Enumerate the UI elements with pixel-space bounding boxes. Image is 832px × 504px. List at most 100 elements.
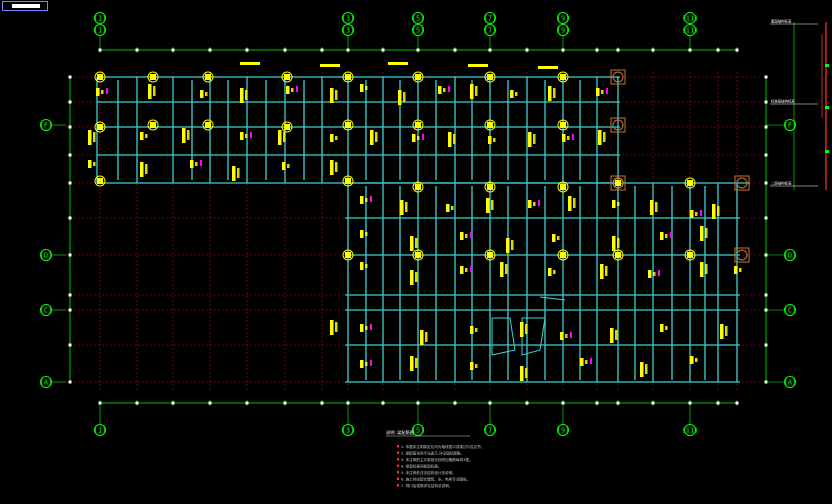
beam-annotation-mark	[232, 166, 236, 181]
beam-annotation-mark	[572, 134, 574, 140]
dim-tick-mark	[68, 380, 72, 384]
beam-annotation-mark	[240, 132, 244, 140]
beam-annotation-mark	[88, 160, 92, 168]
beam-annotation-mark	[205, 92, 208, 96]
beam-annotation-mark	[596, 88, 600, 96]
column	[487, 252, 493, 258]
beam-annotation-mark	[460, 232, 464, 240]
dim-tick-mark	[764, 100, 768, 104]
beam-annotation-mark	[370, 360, 372, 366]
column	[560, 252, 566, 258]
beam-annotation-mark	[690, 356, 694, 364]
beam-annotation-mark	[548, 268, 552, 276]
column	[415, 74, 421, 80]
note-line: 6. 施工时应配合建筑、水、电各专业图纸。	[401, 477, 470, 482]
column	[615, 252, 621, 258]
dim-tick-mark	[98, 401, 102, 405]
beam-annotation-mark	[493, 138, 496, 142]
beam-annotation-mark	[101, 90, 104, 94]
drawing-tab-label	[12, 4, 40, 8]
dim-tick-mark	[68, 343, 72, 347]
beam-annotation-mark	[365, 326, 368, 330]
beam-annotation-mark	[470, 326, 474, 334]
beam-annotation-mark	[665, 234, 668, 238]
dim-tick-mark	[764, 181, 768, 185]
dim-tick-mark	[245, 401, 249, 405]
beam-annotation-mark	[533, 202, 536, 206]
note-bullet	[397, 445, 399, 448]
beam-annotation-mark	[410, 270, 414, 285]
beam-annotation-mark	[700, 210, 702, 216]
dim-tick-mark	[453, 401, 457, 405]
beam-annotation-mark	[106, 88, 108, 94]
cad-drawing-canvas[interactable]: (1) (1) (3) (3) (5) (5) (7) (7) (9) (9) (11) (11) (1…	[0, 0, 832, 504]
beam-annotation-mark	[470, 362, 474, 370]
section-marker	[825, 106, 829, 109]
column	[150, 122, 156, 128]
dim-tick-mark	[68, 125, 72, 129]
beam-annotation-mark	[88, 130, 92, 145]
beam-annotation-mark	[245, 90, 248, 100]
dim-tick-mark	[68, 100, 72, 104]
column	[560, 74, 566, 80]
beam-annotation-mark	[278, 130, 282, 145]
beam-annotation-mark	[562, 134, 566, 142]
beam-annotation-mark	[553, 88, 556, 98]
beam-annotation-mark	[365, 198, 368, 202]
beam-annotation-mark	[330, 320, 334, 335]
column	[415, 184, 421, 190]
beam-annotation-mark	[470, 84, 474, 99]
axis-left-label: (A)	[40, 379, 53, 387]
dim-tick-mark	[764, 125, 768, 129]
dim-tick-mark	[595, 401, 599, 405]
column	[560, 184, 566, 190]
axis-bottom-label: (3)	[342, 427, 355, 435]
column	[415, 122, 421, 128]
dim-tick-mark	[68, 253, 72, 257]
note-bullet	[397, 451, 399, 454]
column	[345, 252, 351, 258]
column	[560, 122, 566, 128]
beam-annotation-mark	[533, 134, 536, 144]
beam-annotation-mark	[670, 232, 672, 238]
drawing-tab[interactable]	[2, 1, 48, 11]
note-bullet	[397, 471, 399, 474]
beam-annotation-mark	[335, 322, 338, 332]
dim-tick-mark	[171, 48, 175, 52]
dim-tick-mark	[283, 48, 287, 52]
beam-annotation-mark	[557, 236, 560, 240]
column	[97, 178, 103, 184]
beam-annotation-mark	[552, 234, 556, 242]
axis-bottom-label: (1)	[94, 427, 107, 435]
dim-tick-mark	[616, 48, 620, 52]
note-line: 5. 未注明处详见结构设计总说明。	[401, 470, 456, 475]
beam-annotation-mark	[603, 132, 606, 142]
beam-annotation-mark	[145, 164, 148, 174]
beam-annotation-mark	[448, 86, 450, 92]
beam-annotation-mark	[365, 362, 368, 366]
dim-tick-mark	[488, 48, 492, 52]
beam-annotation-mark	[375, 132, 378, 142]
beam-annotation-mark	[617, 238, 620, 248]
axis-right-label: (F)	[784, 122, 797, 130]
beam-annotation-mark	[187, 130, 190, 140]
beam-annotation-mark	[725, 326, 728, 336]
column	[345, 122, 351, 128]
beam-annotation-mark	[330, 134, 334, 142]
dim-tick-mark	[346, 48, 350, 52]
beam-annotation-mark	[195, 162, 198, 166]
axis-top-label: (1)	[94, 15, 107, 23]
beam-annotation-mark	[695, 358, 698, 362]
note-line: 7. 洞口加强筋详见结构总说明。	[401, 483, 452, 488]
column	[284, 74, 290, 80]
beam-annotation-mark	[415, 238, 418, 248]
beam-annotation-mark	[240, 88, 244, 103]
dim-tick-mark	[764, 343, 768, 347]
dim-tick-mark	[68, 308, 72, 312]
note-bullet	[397, 484, 399, 487]
beam-annotation-mark	[528, 132, 532, 147]
beam-annotation-mark	[360, 360, 364, 368]
column	[345, 178, 351, 184]
axis-left-label: (D)	[40, 252, 53, 260]
beam-annotation-mark	[717, 206, 720, 216]
